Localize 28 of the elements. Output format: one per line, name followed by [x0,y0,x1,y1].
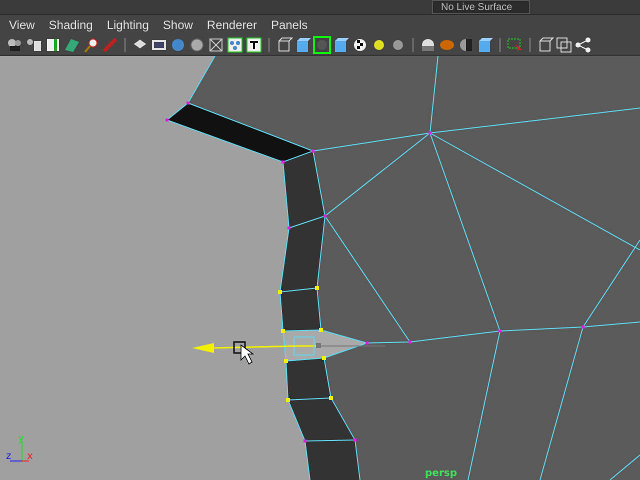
zoom-icon[interactable] [82,36,100,54]
selection-box-icon[interactable] [506,36,524,54]
circle-icon[interactable] [188,36,206,54]
axis-label: x [27,451,33,462]
axis-label: y [18,433,24,444]
menu-item[interactable]: Renderer [200,15,264,35]
move-manipulator-drawing[interactable] [192,336,386,356]
wireframe-icon[interactable] [207,36,225,54]
shaded-sphere-icon[interactable] [419,36,437,54]
menu-item[interactable]: Panels [264,15,315,35]
overlap-squares-icon[interactable] [555,36,573,54]
cube-icon[interactable] [332,36,350,54]
menu-item[interactable]: Show [156,15,200,35]
bookmark-icon[interactable] [44,36,62,54]
menu-item[interactable]: View [2,15,42,35]
text-tool-icon[interactable] [245,36,263,54]
cube-icon[interactable] [294,36,312,54]
camera-label: persp [425,468,457,479]
cubes-icon[interactable] [476,36,494,54]
menu-item[interactable]: Lighting [100,15,156,35]
live-surface-field[interactable]: No Live Surface [432,0,530,14]
nodes-icon[interactable] [226,36,244,54]
share-icon[interactable] [574,36,592,54]
axis-label: z [6,451,12,462]
cursor-icon [240,344,254,365]
checker-sphere-icon[interactable] [351,36,369,54]
half-sphere-icon[interactable] [457,36,475,54]
menu-item[interactable]: Shading [42,15,100,35]
